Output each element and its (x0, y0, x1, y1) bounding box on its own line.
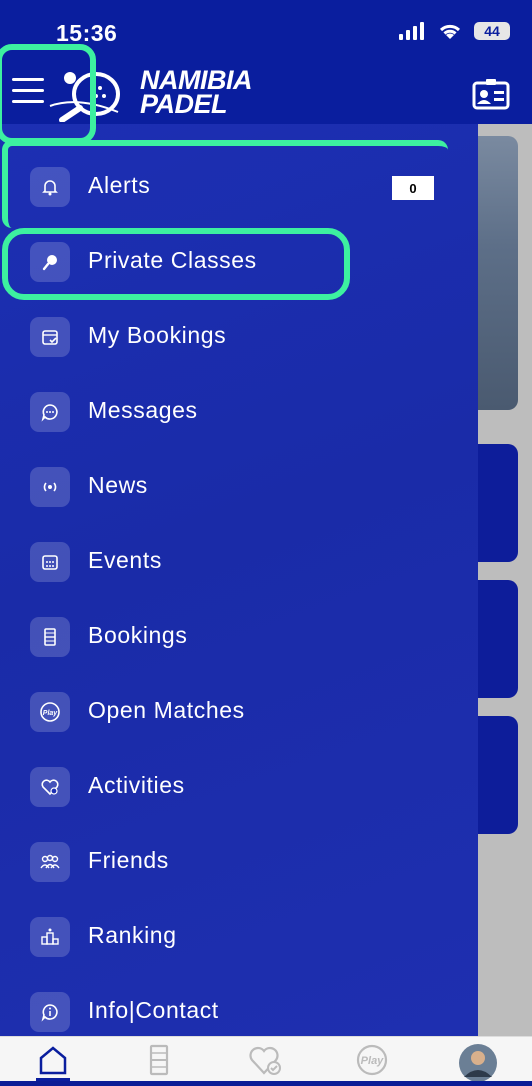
group-icon (30, 842, 70, 882)
side-drawer-menu: Alerts 0 Private Classes My Bookings Mes… (0, 124, 478, 1036)
menu-item-my-bookings[interactable]: My Bookings (0, 301, 478, 371)
menu-item-messages[interactable]: Messages (0, 376, 478, 446)
padel-racket-icon (30, 242, 70, 282)
battery-indicator: 44 (474, 22, 510, 40)
play-badge-text: Play (361, 1055, 385, 1067)
signal-icon (399, 22, 424, 40)
app-header: NAMIBIA PADEL (0, 60, 532, 124)
member-card-icon[interactable] (472, 78, 510, 110)
status-bar: 15:36 44 (0, 0, 532, 60)
tab-bookings[interactable] (142, 1043, 176, 1077)
brand-name: NAMIBIA PADEL (140, 67, 253, 119)
menu-item-label: Alerts (88, 172, 151, 198)
menu-item-open-matches[interactable]: Play Open Matches (0, 676, 478, 746)
home-icon (39, 1046, 67, 1075)
tab-open-matches[interactable]: Play (354, 1043, 388, 1077)
menu-item-label: Events (88, 547, 162, 573)
menu-item-label: Friends (88, 847, 169, 873)
peek-card (478, 444, 518, 562)
svg-text:Play: Play (43, 710, 59, 717)
menu-item-label: Activities (88, 772, 185, 798)
menu-item-friends[interactable]: Friends (0, 826, 478, 896)
heart-check-icon (249, 1046, 281, 1075)
status-icons: 44 (398, 22, 510, 40)
podium-icon (30, 917, 70, 957)
calendar-check-icon (30, 317, 70, 357)
menu-item-label: Open Matches (88, 697, 245, 723)
tab-activities[interactable] (248, 1043, 282, 1077)
tab-profile[interactable] (458, 1043, 497, 1082)
court-icon (30, 617, 70, 657)
wifi-icon (439, 24, 461, 39)
peek-image (478, 136, 518, 410)
peek-card (478, 716, 518, 834)
menu-item-activities[interactable]: Activities (0, 751, 478, 821)
profile-avatar (459, 1044, 497, 1082)
menu-item-label: Private Classes (88, 247, 257, 273)
menu-item-label: Info|Contact (88, 997, 219, 1023)
menu-item-private-classes[interactable]: Private Classes (0, 226, 478, 296)
peek-card (478, 580, 518, 698)
menu-item-label: Messages (88, 397, 198, 423)
bottom-tab-bar: Play (0, 1036, 532, 1082)
menu-item-label: News (88, 472, 148, 498)
menu-item-info-contact[interactable]: Info|Contact (0, 976, 478, 1036)
bell-icon (30, 167, 70, 207)
heart-check-icon (30, 767, 70, 807)
menu-item-label: Ranking (88, 922, 177, 948)
broadcast-icon (30, 467, 70, 507)
menu-item-news[interactable]: News (0, 451, 478, 521)
menu-item-ranking[interactable]: Ranking (0, 901, 478, 971)
calendar-grid-icon (30, 542, 70, 582)
tab-home[interactable] (36, 1043, 70, 1081)
menu-hamburger-icon[interactable] (12, 78, 46, 106)
play-badge-icon: Play (30, 692, 70, 732)
menu-item-label: Bookings (88, 622, 188, 648)
alerts-count-badge: 0 (392, 176, 434, 200)
padel-logo-icon (49, 72, 120, 122)
info-chat-icon (30, 992, 70, 1032)
menu-item-events[interactable]: Events (0, 526, 478, 596)
chat-bubble-icon (30, 392, 70, 432)
menu-item-label: My Bookings (88, 322, 227, 348)
status-time: 15:36 (56, 20, 118, 46)
background-content-peek (478, 124, 532, 1036)
play-badge-icon: Play (356, 1044, 388, 1076)
brand-line-2: PADEL (140, 89, 228, 119)
court-icon (149, 1044, 169, 1076)
menu-item-bookings[interactable]: Bookings (0, 601, 478, 671)
